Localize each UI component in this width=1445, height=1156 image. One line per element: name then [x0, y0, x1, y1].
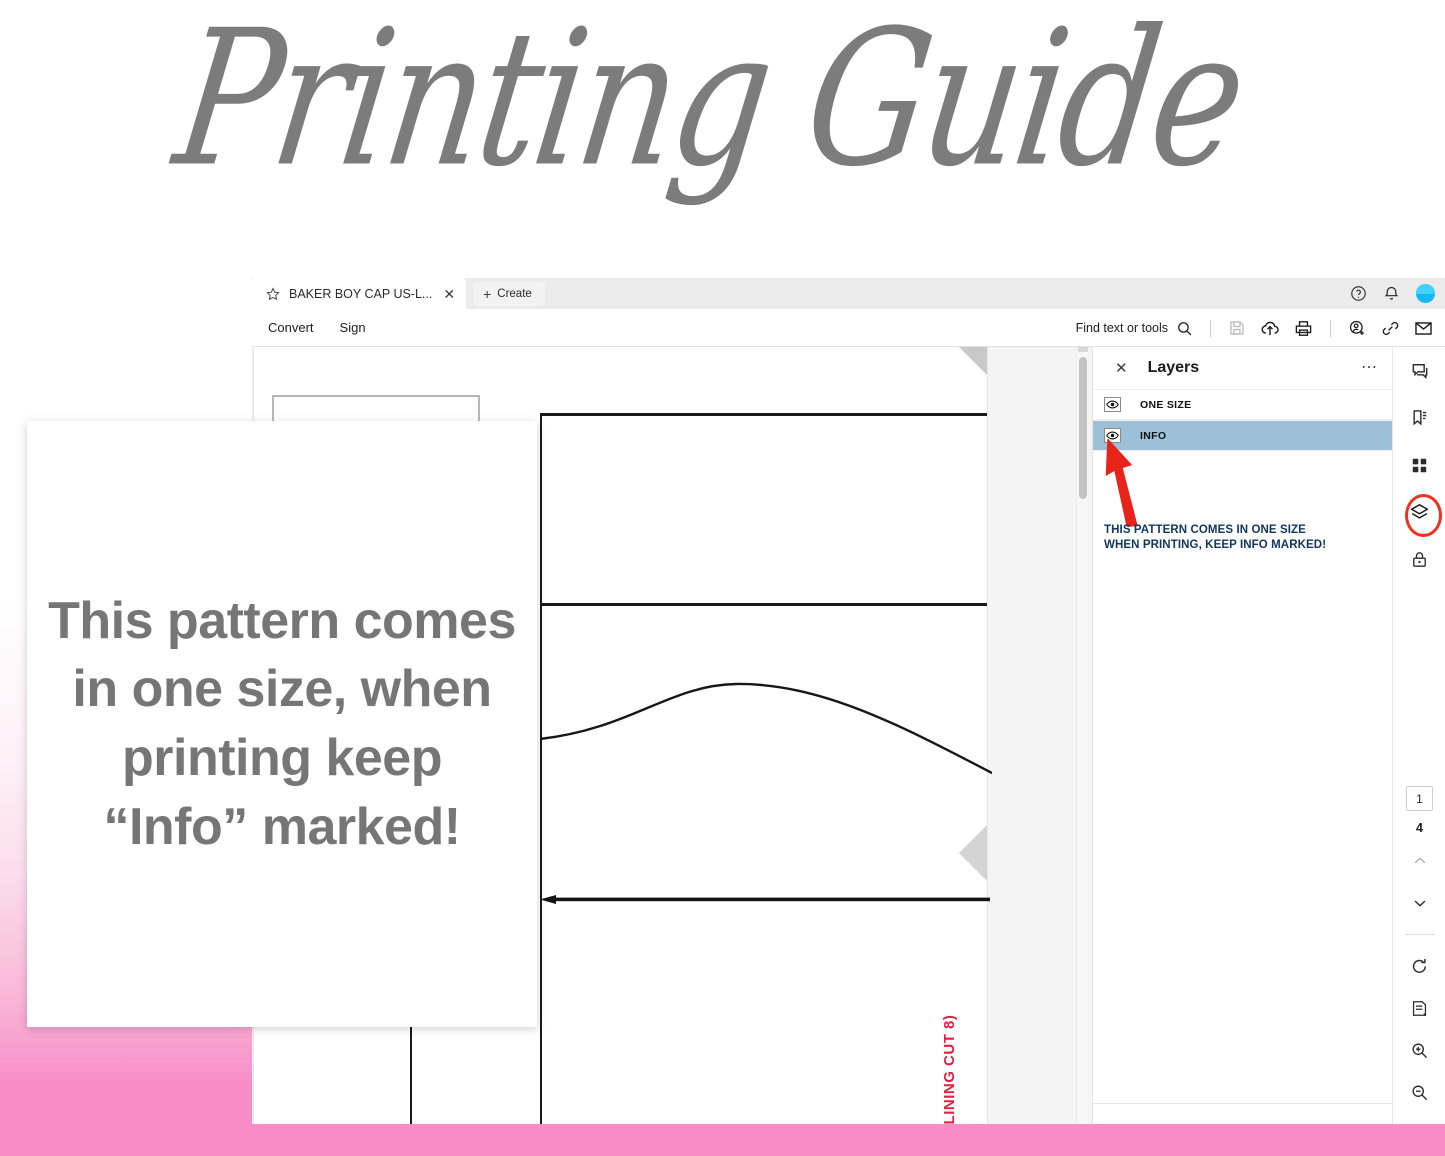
layers-panel: ✕ Layers ⋯ ONE SIZE INFO THIS PATTERN CO…	[1092, 347, 1393, 1124]
scrollbar-cap	[1078, 347, 1088, 352]
layers-panel-header: ✕ Layers ⋯	[1093, 347, 1392, 389]
tab-title: BAKER BOY CAP US-L...	[289, 286, 433, 301]
create-label: Create	[497, 288, 532, 300]
print-icon[interactable]	[1294, 319, 1313, 338]
pattern-piece-label: A CAP CROWN CUT 8 (LINING CUT 8)	[941, 1015, 958, 1124]
page-total-label: 4	[1416, 821, 1423, 835]
right-rail: 1 4	[1392, 347, 1445, 1124]
convert-menu[interactable]: Convert	[268, 320, 314, 335]
close-icon[interactable]: ✕	[1115, 361, 1128, 376]
save-icon[interactable]	[1228, 319, 1246, 337]
notch-marker	[959, 825, 987, 881]
tabbar-actions	[1350, 278, 1435, 309]
plus-icon: +	[483, 286, 492, 302]
document-scrollbar[interactable]	[1076, 347, 1088, 1124]
document-tab[interactable]: BAKER BOY CAP US-L... ✕	[252, 278, 467, 309]
annotation-note-line-1: THIS PATTERN COMES IN ONE SIZE	[1104, 524, 1306, 536]
divider	[1404, 934, 1435, 935]
link-icon[interactable]	[1381, 319, 1400, 338]
rotate-icon[interactable]	[1404, 950, 1436, 982]
menu-group: Convert Sign	[252, 320, 366, 335]
create-button[interactable]: + Create	[473, 282, 545, 306]
find-label: Find text or tools	[1075, 321, 1168, 335]
search-icon[interactable]	[1176, 320, 1193, 337]
page-title: Printing Guide	[164, 0, 1255, 209]
scrollbar-thumb[interactable]	[1079, 357, 1087, 499]
command-bar: Convert Sign Find text or tools	[252, 309, 1445, 347]
thumbnails-icon[interactable]	[1404, 449, 1436, 481]
help-circle-icon[interactable]	[1350, 285, 1367, 302]
add-user-icon[interactable]	[1348, 319, 1367, 338]
more-options-icon[interactable]: ⋯	[1361, 360, 1378, 376]
piece-lining: (LINING CUT 8)	[941, 1014, 958, 1124]
grainline-arrow	[540, 895, 990, 904]
pattern-line	[540, 603, 987, 606]
layers-icon[interactable]	[1404, 494, 1442, 537]
page-number-input[interactable]: 1	[1406, 786, 1433, 811]
zoom-out-icon[interactable]	[1404, 1076, 1436, 1108]
pattern-line	[410, 1015, 412, 1124]
cloud-upload-icon[interactable]	[1260, 318, 1280, 338]
lock-icon[interactable]	[1404, 543, 1436, 575]
callout-text: This pattern comes in one size, when pri…	[48, 591, 516, 856]
rail-tools	[1393, 355, 1445, 575]
bell-icon[interactable]	[1383, 285, 1400, 302]
eye-icon[interactable]	[1104, 397, 1121, 412]
fit-page-icon[interactable]	[1404, 992, 1436, 1024]
panel-divider	[1093, 1103, 1393, 1104]
divider	[1210, 319, 1211, 337]
close-icon[interactable]: ✕	[441, 287, 455, 301]
tab-strip: BAKER BOY CAP US-L... ✕ + Create	[252, 278, 1445, 309]
zoom-in-icon[interactable]	[1404, 1034, 1436, 1066]
toolbar-actions: Find text or tools	[1076, 309, 1433, 347]
poster-canvas: Printing Guide BAKER BOY CAP US-L... ✕ +…	[0, 0, 1445, 1156]
find-tool[interactable]: Find text or tools	[1076, 320, 1193, 337]
avatar[interactable]	[1416, 284, 1435, 303]
page-fold-corner	[959, 347, 987, 375]
annotation-note: THIS PATTERN COMES IN ONE SIZE WHEN PRIN…	[1104, 523, 1326, 553]
layers-panel-title: Layers	[1147, 359, 1200, 376]
page-controls: 1 4	[1393, 786, 1445, 1108]
pattern-line	[540, 413, 987, 416]
divider	[1330, 319, 1331, 337]
chevron-down-icon[interactable]	[1404, 887, 1436, 919]
sign-menu[interactable]: Sign	[340, 320, 366, 335]
comment-icon[interactable]	[1404, 355, 1436, 387]
star-icon[interactable]	[266, 286, 280, 301]
layer-row-one-size[interactable]: ONE SIZE	[1093, 389, 1392, 420]
annotation-arrow-icon	[1105, 439, 1138, 527]
chevron-up-icon[interactable]	[1404, 845, 1436, 877]
pattern-curve	[540, 682, 992, 775]
layer-label: ONE SIZE	[1140, 398, 1192, 411]
email-icon[interactable]	[1414, 319, 1433, 338]
annotation-note-line-2: WHEN PRINTING, KEEP INFO MARKED!	[1104, 538, 1327, 551]
callout-card: This pattern comes in one size, when pri…	[27, 421, 537, 1027]
bookmark-icon[interactable]	[1404, 402, 1436, 434]
